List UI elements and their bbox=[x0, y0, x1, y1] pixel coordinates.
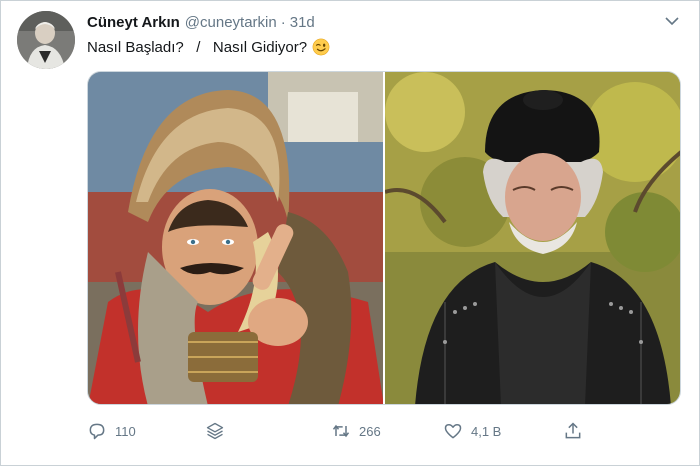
media-image-left[interactable] bbox=[88, 72, 383, 404]
like-count: 4,1 B bbox=[471, 423, 502, 439]
reply-count: 110 bbox=[115, 423, 136, 439]
separator-dot: · bbox=[280, 14, 286, 31]
avatar[interactable] bbox=[17, 11, 75, 69]
retweet-count: 266 bbox=[359, 423, 381, 439]
tweet-header: Cüneyt Arkın @cuneytarkin · 31d bbox=[87, 14, 315, 34]
tweet-actions: 110 266 4,1 B bbox=[87, 421, 607, 445]
heart-icon bbox=[444, 424, 462, 439]
like-button[interactable]: 4,1 B bbox=[443, 421, 501, 441]
winking-face-emoji-icon bbox=[312, 38, 330, 56]
tweet-card[interactable]: Cüneyt Arkın @cuneytarkin · 31d Nasıl Ba… bbox=[0, 0, 700, 466]
reply-icon bbox=[89, 423, 105, 440]
retweet-button[interactable]: 266 bbox=[331, 421, 381, 441]
tweet-text-content: Nasıl Başladı? / Nasıl Gidiyor? bbox=[87, 38, 308, 56]
display-name[interactable]: Cüneyt Arkın bbox=[87, 14, 180, 31]
media-image-right[interactable] bbox=[385, 72, 680, 404]
chevron-down-icon[interactable] bbox=[664, 13, 680, 29]
media-grid[interactable] bbox=[87, 71, 681, 405]
reply-button[interactable]: 110 bbox=[87, 421, 136, 441]
tweet-timestamp[interactable]: 31d bbox=[290, 14, 315, 31]
share-icon bbox=[565, 422, 581, 439]
layers-button[interactable] bbox=[205, 421, 233, 441]
tweet-text: Nasıl Başladı? / Nasıl Gidiyor? bbox=[87, 38, 330, 56]
retweet-icon bbox=[332, 424, 350, 438]
user-handle[interactable]: @cuneytarkin bbox=[185, 14, 277, 31]
layers-icon bbox=[206, 422, 224, 440]
share-button[interactable] bbox=[563, 421, 591, 441]
